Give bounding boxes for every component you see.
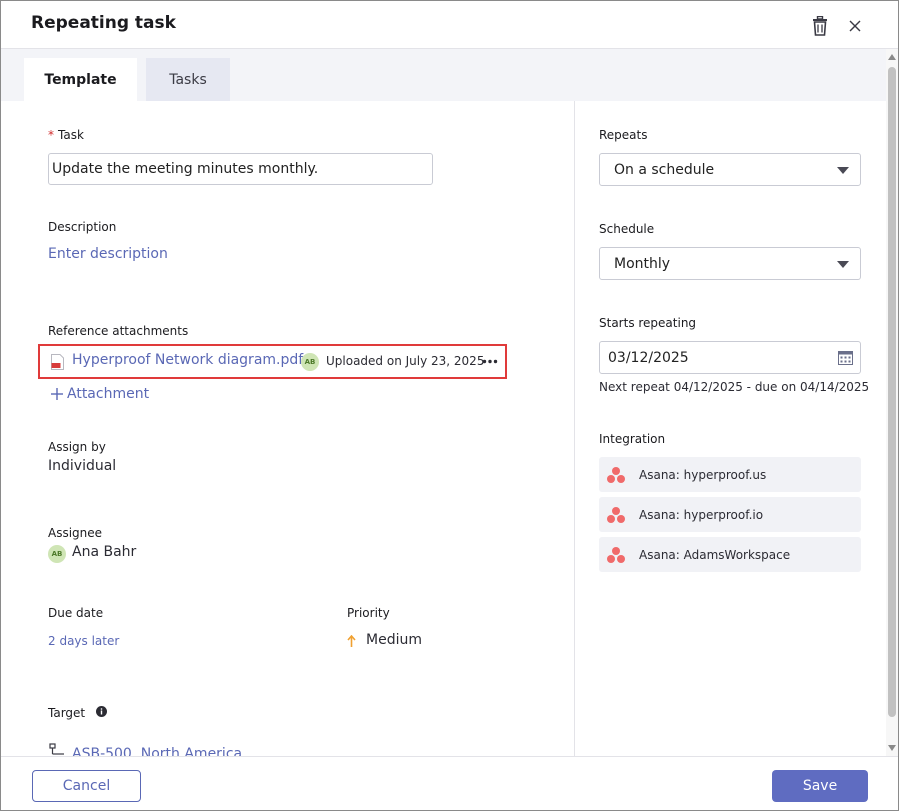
vertical-scrollbar[interactable] xyxy=(886,49,898,756)
description-input[interactable]: Enter description xyxy=(48,246,168,262)
add-attachment-button[interactable]: Attachment xyxy=(51,386,149,402)
task-label: * Task xyxy=(48,128,84,142)
attachment-row: Hyperproof Network diagram.pdf AB Upload… xyxy=(38,344,507,379)
next-repeat-text: Next repeat 04/12/2025 - due on 04/14/20… xyxy=(599,380,870,394)
repeating-task-dialog: Repeating task Template Tasks * Task Upda… xyxy=(0,0,899,811)
target-value[interactable]: ASB-500, North America xyxy=(72,746,242,756)
reference-attachments-label: Reference attachments xyxy=(48,324,189,338)
scroll-down-icon[interactable] xyxy=(888,745,896,751)
tab-template[interactable]: Template xyxy=(24,58,137,101)
schedule-label: Schedule xyxy=(599,222,655,236)
arrow-up-icon xyxy=(347,635,356,647)
save-button[interactable]: Save xyxy=(772,770,868,802)
trash-icon[interactable] xyxy=(811,16,829,36)
assignee-label: Assignee xyxy=(48,526,103,540)
priority-value[interactable]: Medium xyxy=(366,632,422,648)
due-date-value[interactable]: 2 days later xyxy=(48,634,119,648)
integration-label-text: Asana: hyperproof.us xyxy=(639,467,767,482)
task-label-text: Task xyxy=(58,128,84,142)
more-horizontal-icon[interactable] xyxy=(482,359,498,364)
assignee-avatar: AB xyxy=(48,545,66,563)
calendar-icon[interactable] xyxy=(838,350,853,365)
chevron-down-icon xyxy=(837,167,849,174)
scroll-up-icon[interactable] xyxy=(888,54,896,60)
description-label: Description xyxy=(48,220,117,234)
integration-label-text: Asana: AdamsWorkspace xyxy=(639,547,791,562)
dialog-header: Repeating task xyxy=(1,1,898,49)
plus-icon xyxy=(51,388,63,400)
integration-item[interactable]: Asana: AdamsWorkspace xyxy=(599,537,861,572)
due-date-label: Due date xyxy=(48,606,104,620)
required-mark: * xyxy=(48,128,54,142)
cancel-button[interactable]: Cancel xyxy=(32,770,141,802)
schedule-panel: Repeats On a schedule Schedule Monthly S… xyxy=(574,101,886,756)
attachment-file-link[interactable]: Hyperproof Network diagram.pdf xyxy=(72,352,303,368)
asana-logo-icon xyxy=(607,466,625,483)
integration-label-text: Asana: hyperproof.io xyxy=(639,507,764,522)
dialog-footer: Cancel Save xyxy=(1,756,898,810)
scrollbar-thumb[interactable] xyxy=(888,67,896,717)
repeats-label: Repeats xyxy=(599,128,648,142)
integration-item[interactable]: Asana: hyperproof.us xyxy=(599,457,861,492)
assignee-name[interactable]: Ana Bahr xyxy=(72,544,136,560)
repeats-value: On a schedule xyxy=(614,161,715,178)
target-label: Target xyxy=(48,706,86,720)
dialog-title: Repeating task xyxy=(31,13,176,33)
asana-logo-icon xyxy=(607,506,625,523)
close-icon[interactable] xyxy=(847,18,863,34)
repeats-select[interactable]: On a schedule xyxy=(599,153,861,186)
hierarchy-icon xyxy=(49,743,64,755)
pdf-file-icon xyxy=(51,354,64,370)
schedule-select[interactable]: Monthly xyxy=(599,247,861,280)
template-form: * Task Update the meeting minutes monthly… xyxy=(1,101,574,756)
integration-label: Integration xyxy=(599,432,666,446)
tab-tasks[interactable]: Tasks xyxy=(146,58,230,101)
start-date-input[interactable]: 03/12/2025 xyxy=(599,341,861,374)
task-input[interactable]: Update the meeting minutes monthly. xyxy=(48,153,433,185)
integration-item[interactable]: Asana: hyperproof.io xyxy=(599,497,861,532)
chevron-down-icon xyxy=(837,261,849,268)
asana-logo-icon xyxy=(607,546,625,563)
tab-bar: Template Tasks xyxy=(1,49,886,101)
info-icon[interactable] xyxy=(96,706,107,717)
uploaded-date: Uploaded on July 23, 2025 xyxy=(326,354,485,368)
assign-by-value[interactable]: Individual xyxy=(48,458,116,474)
uploader-avatar: AB xyxy=(301,353,319,371)
start-date-value: 03/12/2025 xyxy=(608,349,689,366)
add-attachment-label: Attachment xyxy=(67,386,150,402)
assign-by-label: Assign by xyxy=(48,440,106,454)
schedule-value: Monthly xyxy=(614,255,671,272)
priority-label: Priority xyxy=(347,606,390,620)
starts-repeating-label: Starts repeating xyxy=(599,316,697,330)
